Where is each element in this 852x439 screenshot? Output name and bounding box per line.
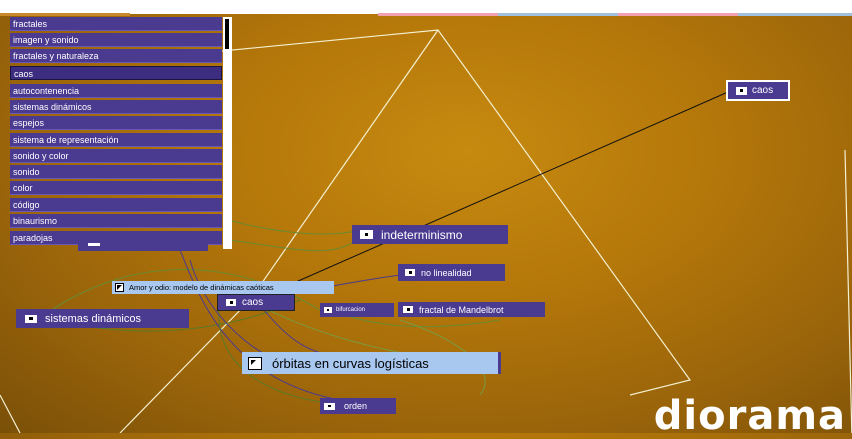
square-bullet-icon [226,299,236,306]
node-caos-center[interactable]: caos [217,294,295,311]
node-indeterminismo[interactable]: indeterminismo [352,225,508,244]
square-bullet-icon [324,307,332,313]
node-label: no linealidad [421,267,472,278]
wire-line [844,149,852,433]
square-bullet-icon [25,314,37,323]
wire-line [0,394,21,433]
node-label: orden [344,401,368,411]
menu-item-imagen-y-sonido[interactable]: imagen y sonido [10,33,222,47]
node-caos-top[interactable]: caos [726,80,790,101]
node-label: fractal de Mandelbrot [419,304,504,315]
menu-item-sonido-y-color[interactable]: sonido y color [10,149,222,163]
menu-item-binaurismo[interactable]: binaurismo [10,214,222,228]
node-label: Amor y odio: modelo de dinámicas caótica… [129,283,274,292]
node-label: caos [242,297,264,308]
menu-item-autocontenencia[interactable]: autocontenencia [10,84,222,98]
menu-item-espejos[interactable]: espejos [10,116,222,130]
node-orden[interactable]: orden [320,398,396,414]
dash-icon [88,243,100,246]
square-bullet-icon [324,402,335,410]
node-label: indeterminismo [381,227,463,242]
node-label: sistemas dinámicos [45,312,141,325]
menu-item-caos[interactable]: caos [10,66,222,80]
diorama-logo: diorama [653,393,846,439]
node-label: caos [752,85,774,96]
menu-item-codigo[interactable]: código [10,198,222,212]
menu-item-sistema-de-representacion[interactable]: sistema de representación [10,133,222,147]
node-no-linealidad[interactable]: no linealidad [398,264,505,281]
partial-node[interactable] [78,237,208,251]
curve [209,214,361,235]
square-bullet-icon [736,86,747,95]
cursor-arrow-icon [115,283,124,292]
node-bifurcacion[interactable]: bifurcacion [320,303,394,317]
menu-item-color[interactable]: color [10,181,222,195]
node-label: bifurcacion [336,307,366,313]
topic-menu[interactable]: fractales imagen y sonido fractales y na… [10,17,232,249]
square-bullet-icon [360,230,373,239]
square-bullet-icon [405,269,415,276]
square-bullet-icon [403,306,413,313]
menu-item-fractales-y-naturaleza[interactable]: fractales y naturaleza [10,49,222,63]
menu-item-sonido[interactable]: sonido [10,165,222,179]
curve [179,249,341,401]
node-sistemas-dinamicos[interactable]: sistemas dinámicos [16,309,189,328]
scroll-thumb[interactable] [225,19,229,49]
node-orbitas-en-curvas-logisticas[interactable]: órbitas en curvas logísticas [242,352,501,374]
menu-scrollbar[interactable] [223,17,232,249]
node-fractal-de-mandelbrot[interactable]: fractal de Mandelbrot [398,302,545,317]
menu-item-fractales[interactable]: fractales [10,17,222,31]
menu-item-sistemas-dinamicos[interactable]: sistemas dinámicos [10,100,222,114]
node-amor-y-odio[interactable]: Amor y odio: modelo de dinámicas caótica… [112,281,334,294]
cursor-arrow-icon [248,356,262,370]
curve [189,259,301,366]
curve [229,234,361,252]
node-label: órbitas en curvas logísticas [272,355,429,371]
